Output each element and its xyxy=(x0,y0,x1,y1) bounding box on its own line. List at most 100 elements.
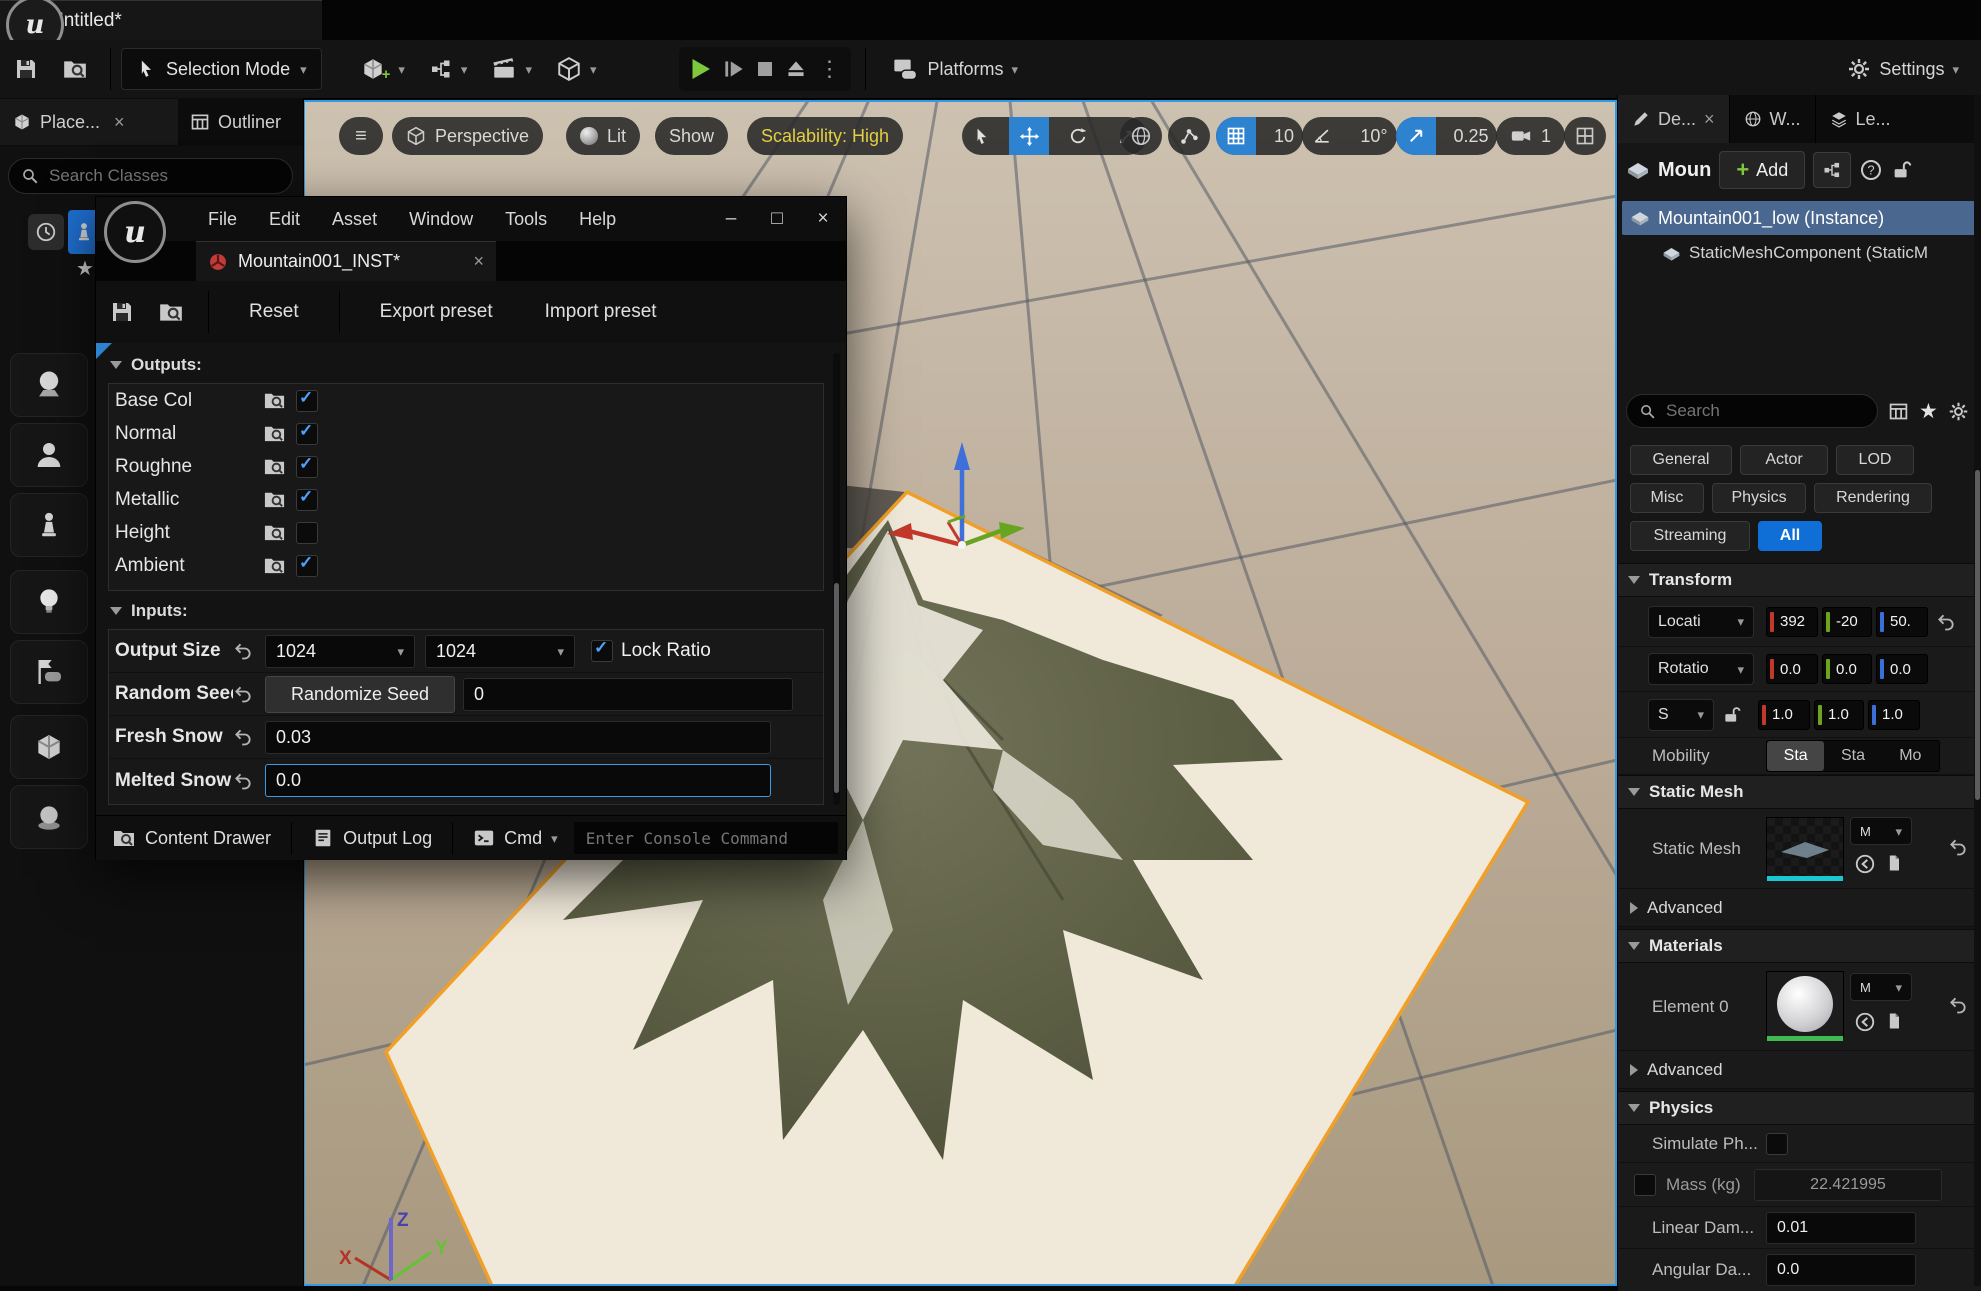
output-checkbox[interactable] xyxy=(296,489,318,511)
mass-value-field[interactable]: 22.421995 xyxy=(1754,1169,1942,1201)
add-component-button[interactable]: + Add xyxy=(1719,151,1805,189)
mass-override-checkbox[interactable] xyxy=(1634,1174,1656,1196)
use-selected-asset-icon[interactable] xyxy=(1884,1011,1904,1031)
save-level-button[interactable] xyxy=(0,49,50,89)
static-mesh-section-header[interactable]: Static Mesh xyxy=(1618,775,1981,809)
menu-tools[interactable]: Tools xyxy=(489,209,563,230)
filter-actor[interactable]: Actor xyxy=(1740,445,1828,475)
details-search-box[interactable] xyxy=(1626,394,1878,428)
static-mesh-advanced-row[interactable]: Advanced xyxy=(1618,889,1981,927)
window-scrollbar-track[interactable] xyxy=(833,353,840,805)
random-seed-field[interactable]: 0 xyxy=(463,678,793,711)
materials-section-header[interactable]: Materials xyxy=(1618,929,1981,963)
build-dropdown[interactable]: ▾ xyxy=(544,49,609,89)
close-icon[interactable]: × xyxy=(473,251,484,272)
browse-content-button[interactable] xyxy=(50,49,100,89)
browse-asset-button[interactable] xyxy=(148,299,194,325)
frame-skip-button[interactable] xyxy=(721,56,747,82)
folder-search-icon[interactable] xyxy=(263,422,286,445)
rotation-x-field[interactable]: 0.0 xyxy=(1766,654,1818,684)
rotation-dropdown[interactable]: Rotatio▾ xyxy=(1648,653,1754,685)
mobility-movable-button[interactable]: Mo xyxy=(1882,741,1939,771)
browse-to-asset-icon[interactable] xyxy=(1854,853,1876,875)
filter-streaming[interactable]: Streaming xyxy=(1630,521,1750,551)
transform-section-header[interactable]: Transform xyxy=(1618,563,1981,597)
reset-undo-icon[interactable] xyxy=(1948,837,1968,857)
angular-damping-field[interactable]: 0.0 xyxy=(1766,1254,1916,1286)
output-size-width-select[interactable]: 1024▾ xyxy=(265,635,415,668)
blueprints-dropdown[interactable]: ▾ xyxy=(417,49,480,89)
location-z-field[interactable]: 50. xyxy=(1876,607,1928,637)
reset-undo-icon[interactable] xyxy=(233,641,253,661)
category-shapes-button[interactable] xyxy=(10,353,88,417)
details-scrollbar-track[interactable] xyxy=(1974,95,1981,1286)
scale-lock-icon[interactable] xyxy=(1722,705,1742,725)
scalability-warning-button[interactable]: Scalability: High xyxy=(747,117,903,155)
randomize-seed-button[interactable]: Randomize Seed xyxy=(265,676,455,713)
filter-physics[interactable]: Physics xyxy=(1712,483,1806,513)
tab-place-actors[interactable]: Place... × xyxy=(0,99,178,145)
menu-help[interactable]: Help xyxy=(563,209,632,230)
search-classes-input[interactable] xyxy=(47,165,280,187)
cmd-dropdown[interactable]: Cmd ▾ xyxy=(457,816,574,860)
location-x-field[interactable]: 392 xyxy=(1766,607,1818,637)
static-mesh-thumbnail[interactable] xyxy=(1766,817,1844,877)
folder-search-icon[interactable] xyxy=(263,521,286,544)
category-player-start-button[interactable] xyxy=(10,493,88,557)
tab-details[interactable]: De... × xyxy=(1618,95,1730,143)
reset-undo-icon[interactable] xyxy=(233,771,253,791)
window-minimize-button[interactable]: – xyxy=(708,208,754,230)
grid-snap-value[interactable]: 10 xyxy=(1265,117,1303,155)
tab-levels[interactable]: Le... xyxy=(1816,95,1905,143)
viewport-options-menu[interactable]: ≡ xyxy=(339,117,383,155)
window-maximize-button[interactable]: □ xyxy=(754,208,800,230)
add-actor-dropdown[interactable]: +▾ xyxy=(348,49,417,89)
content-drawer-button[interactable]: Content Drawer xyxy=(96,816,287,860)
cinematics-dropdown[interactable]: ▾ xyxy=(479,49,544,89)
surface-snap-button[interactable] xyxy=(1168,117,1210,155)
lock-ratio-checkbox[interactable] xyxy=(591,640,613,662)
mobility-static-button[interactable]: Sta xyxy=(1767,741,1824,771)
filter-lod[interactable]: LOD xyxy=(1836,445,1914,475)
reset-undo-icon[interactable] xyxy=(1936,612,1956,632)
import-preset-button[interactable]: Import preset xyxy=(519,301,683,323)
eject-button[interactable] xyxy=(783,56,809,82)
unlock-icon[interactable] xyxy=(1891,159,1913,181)
reset-undo-icon[interactable] xyxy=(233,684,253,704)
show-dropdown[interactable]: Show xyxy=(655,117,728,155)
linear-damping-field[interactable]: 0.01 xyxy=(1766,1212,1916,1244)
reset-undo-icon[interactable] xyxy=(233,727,253,747)
recently-placed-button[interactable] xyxy=(28,214,64,250)
grid-snap-toggle[interactable] xyxy=(1216,117,1256,155)
output-size-height-select[interactable]: 1024▾ xyxy=(425,635,575,668)
melted-snow-field-focused[interactable]: 0.0 xyxy=(265,764,771,797)
move-tool-button[interactable] xyxy=(1009,117,1049,155)
select-tool-button[interactable] xyxy=(962,117,1000,155)
search-classes-box[interactable] xyxy=(8,158,293,194)
scale-snap-value[interactable]: 0.25 xyxy=(1445,117,1497,155)
location-y-field[interactable]: -20 xyxy=(1822,607,1872,637)
tab-world-settings[interactable]: W... xyxy=(1730,95,1816,143)
window-close-button[interactable]: × xyxy=(800,208,846,230)
physics-section-header[interactable]: Physics xyxy=(1618,1091,1981,1125)
folder-search-icon[interactable] xyxy=(263,389,286,412)
menu-file[interactable]: File xyxy=(192,209,253,230)
fresh-snow-field[interactable]: 0.03 xyxy=(265,721,771,754)
output-log-button[interactable]: Output Log xyxy=(296,816,448,860)
window-title-bar[interactable]: u File Edit Asset Window Tools Help – □ … xyxy=(96,197,846,241)
material-thumbnail[interactable] xyxy=(1766,971,1844,1037)
output-checkbox[interactable] xyxy=(296,555,318,577)
platforms-dropdown[interactable]: Platforms ▾ xyxy=(880,49,1031,89)
outputs-section-header[interactable]: Outputs: xyxy=(110,355,202,375)
category-geometry-button[interactable] xyxy=(10,715,88,779)
rotate-tool-button[interactable] xyxy=(1058,117,1098,155)
selection-mode-dropdown[interactable]: Selection Mode ▾ xyxy=(121,48,322,90)
rotation-y-field[interactable]: 0.0 xyxy=(1822,654,1872,684)
materials-advanced-row[interactable]: Advanced xyxy=(1618,1051,1981,1089)
settings-dropdown[interactable]: Settings ▾ xyxy=(1835,49,1981,89)
menu-window[interactable]: Window xyxy=(393,209,489,230)
folder-search-icon[interactable] xyxy=(263,455,286,478)
angle-snap-toggle[interactable] xyxy=(1302,117,1342,155)
scale-dropdown[interactable]: S▾ xyxy=(1648,699,1714,731)
details-search-input[interactable] xyxy=(1664,400,1865,422)
